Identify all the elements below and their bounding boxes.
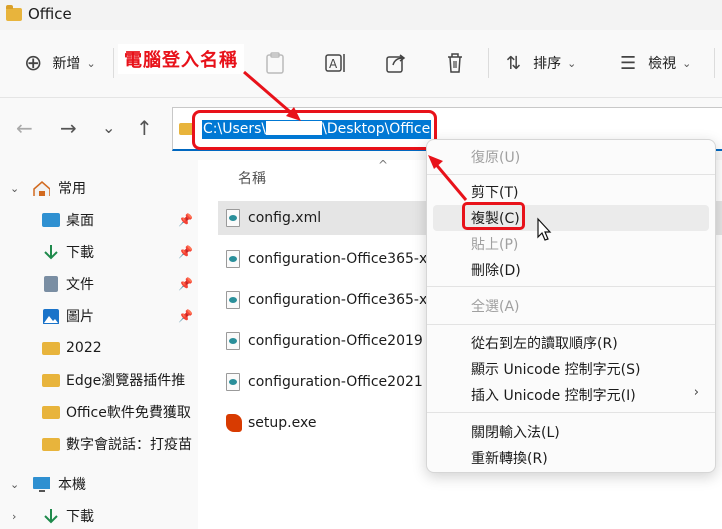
annotation-arrow [432, 161, 468, 201]
annotation-arrows [243, 70, 468, 201]
annotation-arrow [243, 70, 297, 119]
annotation-arrowhead [428, 155, 443, 169]
mouse-cursor-icon [537, 217, 552, 241]
